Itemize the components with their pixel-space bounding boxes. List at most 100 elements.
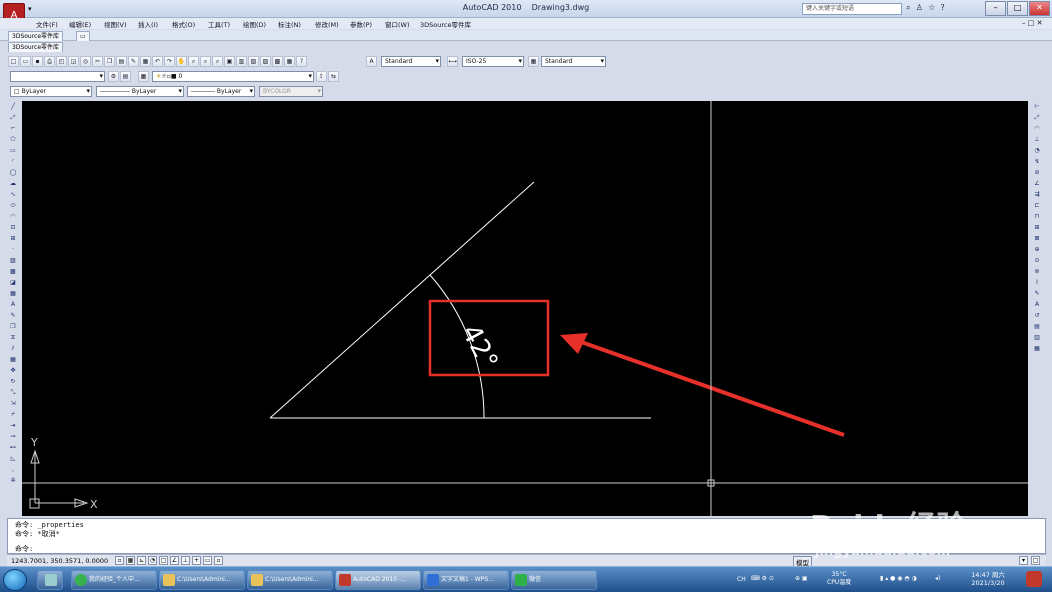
menu-dimension[interactable]: 标注(N) [278,19,301,29]
tab-toggle[interactable]: ▭ [76,31,90,41]
join-icon[interactable]: ⊷ [8,443,19,453]
dyn-toggle[interactable]: + [192,556,201,565]
polyline-icon[interactable]: ⌐ [8,124,19,134]
line-icon[interactable]: ╱ [8,102,19,112]
cut-icon[interactable]: ✂ [92,56,103,67]
preview-icon[interactable]: ◰ [56,56,67,67]
ime-icons[interactable]: ⌨ ⚙ ⊙ [751,575,774,582]
point-icon[interactable]: · [8,245,19,255]
quickcalc-icon[interactable]: ▦ [284,56,295,67]
aligned-dim-icon[interactable]: ⤢ [1032,113,1043,123]
polar-toggle[interactable]: ◔ [148,556,157,565]
make-block-icon[interactable]: ⊞ [8,234,19,244]
qp-toggle[interactable]: ▫ [214,556,223,565]
hatch-icon[interactable]: ▨ [8,256,19,266]
layer-tool-1-icon[interactable]: ▤ [1032,322,1043,332]
ortho-toggle[interactable]: ⊾ [137,556,146,565]
tolerance-icon[interactable]: ⊕ [1032,245,1043,255]
new-icon[interactable]: □ [8,56,19,67]
baseline-icon[interactable]: ⊏ [1032,201,1043,211]
make-current-layer-icon[interactable]: ⇪ [316,71,327,82]
star-icon[interactable]: ☆ [928,3,935,12]
gear-icon[interactable]: ⚙ [108,71,119,82]
taskbar-item-wechat[interactable]: 微信 [511,570,597,590]
print-icon[interactable]: ⎙ [44,56,55,67]
linetype-select[interactable]: ――――― ByLayer [96,86,184,97]
jogged-linear-icon[interactable]: ⌇ [1032,278,1043,288]
move-icon[interactable]: ✥ [8,366,19,376]
properties-icon[interactable]: ▣ [224,56,235,67]
binoculars-icon[interactable]: ⌕ [906,3,910,13]
extend-icon[interactable]: ⇥ [8,421,19,431]
status-menu-icon[interactable]: ▾ [1019,556,1028,565]
linear-dim-icon[interactable]: ⊢ [1032,102,1043,112]
erase-icon[interactable]: ✎ [8,311,19,321]
zoom-window-icon[interactable]: ⌕ [200,56,211,67]
layer-tool-3-icon[interactable]: ▦ [1032,344,1043,354]
spline-icon[interactable]: ∿ [8,190,19,200]
user-icon[interactable]: ♙ [916,3,923,12]
rotate-icon[interactable]: ↻ [8,377,19,387]
dim-edit-icon[interactable]: ✎ [1032,289,1043,299]
menu-tools[interactable]: 工具(T) [208,19,230,29]
region-icon[interactable]: ◪ [8,278,19,288]
polygon-icon[interactable]: ⬠ [8,135,19,145]
copy-icon[interactable]: ❐ [104,56,115,67]
insert-block-icon[interactable]: ⊡ [8,223,19,233]
copy-object-icon[interactable]: ❐ [8,322,19,332]
menu-edit[interactable]: 编辑(E) [69,19,91,29]
help-icon[interactable]: ? [296,56,307,67]
menu-view[interactable]: 视图(V) [104,19,127,29]
mirror-icon[interactable]: ⧖ [8,333,19,343]
continue-icon[interactable]: ⊓ [1032,212,1043,222]
explode-icon[interactable]: ✲ [8,476,19,486]
dim-update-icon[interactable]: ↺ [1032,311,1043,321]
layer-tool-2-icon[interactable]: ▥ [1032,333,1043,343]
angular-icon[interactable]: ∠ [1032,179,1043,189]
drawing-canvas[interactable]: 42° Y X [22,101,1028,516]
ordinate-icon[interactable]: ⊥ [1032,135,1043,145]
quick-dim-icon[interactable]: ⇶ [1032,190,1043,200]
menu-insert[interactable]: 插入(I) [138,19,158,29]
lineweight-select[interactable]: ―――― ByLayer [187,86,255,97]
undo-icon[interactable]: ↶ [152,56,163,67]
menu-3dsource[interactable]: 3DSource零件库 [420,19,471,29]
language-indicator[interactable]: CH [737,576,746,583]
tab-3dsource[interactable]: 3DSource零件库 [8,31,64,41]
open-icon[interactable]: ▭ [20,56,31,67]
radius-icon[interactable]: ◔ [1032,146,1043,156]
jogged-icon[interactable]: ↯ [1032,157,1043,167]
arc-icon[interactable]: ◜ [8,157,19,167]
sheet-set-icon[interactable]: ▨ [260,56,271,67]
taskbar-item-browser[interactable]: 我的经验_个人中... [71,570,157,590]
layer-previous-icon[interactable]: ⇆ [328,71,339,82]
text-style-select[interactable]: Standard [381,56,441,67]
tray-icons[interactable]: ⊕ ▣ [795,575,808,582]
snap-toggle[interactable]: ▫ [115,556,124,565]
construction-line-icon[interactable]: ⤢ [8,113,19,123]
save-icon[interactable]: ▪ [32,56,43,67]
scale-icon[interactable]: ⤡ [8,388,19,398]
taskbar-item-explorer-2[interactable]: C:\Users\Admini... [247,570,333,590]
dim-text-edit-icon[interactable]: A [1032,300,1043,310]
offset-icon[interactable]: ⫽ [8,344,19,354]
dim-break-icon[interactable]: ⊠ [1032,234,1043,244]
multiline-text-icon[interactable]: A [8,300,19,310]
maximize-button[interactable]: □ [1007,1,1028,16]
array-icon[interactable]: ▦ [8,355,19,365]
table-style-select[interactable]: Standard [541,56,606,67]
pinned-explorer[interactable] [37,570,63,590]
menu-file[interactable]: 文件(F) [36,19,58,29]
layer-properties-icon[interactable]: ▦ [138,71,149,82]
volume-icon[interactable]: ◂) [935,575,940,582]
menu-window[interactable]: 窗口(W) [385,19,410,29]
angle-dimension-text[interactable]: 42° [455,320,503,375]
lwt-toggle[interactable]: ▭ [203,556,212,565]
gradient-icon[interactable]: ▩ [8,267,19,277]
help-icon[interactable]: ? [941,3,945,12]
tab-3dsource-2[interactable]: 3DSource零件库 [8,42,64,52]
center-mark-icon[interactable]: ⊙ [1032,256,1043,266]
trim-icon[interactable]: ⌿ [8,410,19,420]
ellipse-arc-icon[interactable]: ◠ [8,212,19,222]
block-editor-icon[interactable]: ▦ [140,56,151,67]
